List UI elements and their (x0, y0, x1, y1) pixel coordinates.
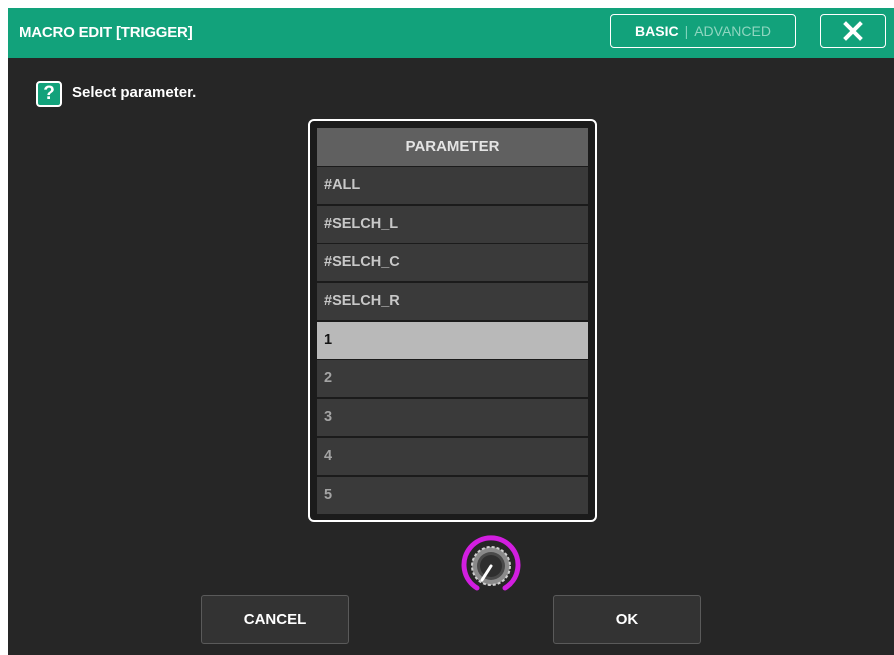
mode-basic-label[interactable]: BASIC (635, 23, 679, 39)
list-item[interactable]: 5 (317, 476, 588, 514)
list-header: PARAMETER (317, 128, 588, 166)
prompt-text: Select parameter. (72, 84, 197, 101)
list-item[interactable]: #SELCH_C (317, 244, 588, 282)
mode-advanced-label[interactable]: ADVANCED (694, 23, 771, 39)
help-icon[interactable]: ? (36, 81, 62, 107)
list-item-selected[interactable]: 1 (317, 321, 588, 359)
list-item[interactable]: 3 (317, 399, 588, 437)
mode-separator: | (684, 23, 689, 39)
list-item[interactable]: #SELCH_L (317, 205, 588, 243)
macro-edit-window: MACRO EDIT [TRIGGER] BASIC | ADVANCED ? … (8, 8, 894, 655)
basic-advanced-toggle[interactable]: BASIC | ADVANCED (610, 14, 796, 48)
close-button[interactable] (820, 14, 886, 48)
list-item[interactable]: #ALL (317, 167, 588, 204)
close-icon (843, 21, 863, 41)
list-item[interactable]: 2 (317, 360, 588, 398)
ok-button[interactable]: OK (553, 595, 701, 644)
cancel-button[interactable]: CANCEL (201, 595, 349, 644)
title-bar: MACRO EDIT [TRIGGER] BASIC | ADVANCED (8, 8, 894, 58)
list-item[interactable]: #SELCH_R (317, 283, 588, 321)
parameter-rows: #ALL #SELCH_L #SELCH_C #SELCH_R 1 2 3 4 … (317, 167, 588, 515)
list-item[interactable]: 4 (317, 437, 588, 475)
rotary-encoder-icon[interactable] (458, 535, 524, 597)
parameter-list[interactable]: PARAMETER #ALL #SELCH_L #SELCH_C #SELCH_… (308, 119, 597, 522)
window-title: MACRO EDIT [TRIGGER] (19, 24, 193, 41)
